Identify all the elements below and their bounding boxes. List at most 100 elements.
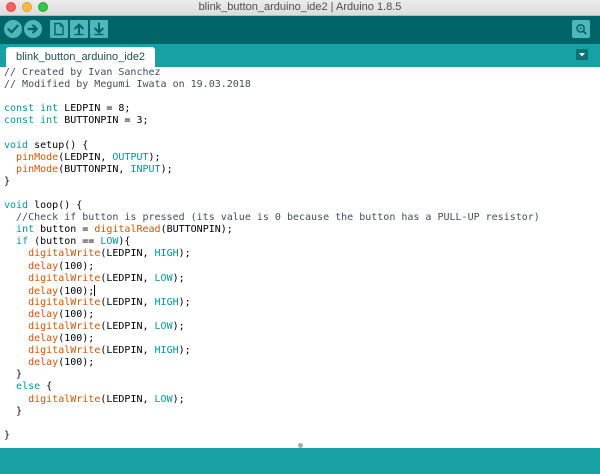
code-token: (100); (58, 308, 95, 320)
code-token: } (4, 429, 11, 441)
code-token: { (40, 381, 53, 393)
code-token: (LEDPIN, (58, 151, 113, 163)
code-line[interactable]: } (4, 369, 540, 381)
tab-menu-button[interactable] (576, 49, 588, 60)
code-token: int (16, 224, 35, 236)
code-line[interactable]: const int LEDPIN = 8; (4, 103, 540, 115)
checkmark-icon (7, 24, 19, 34)
code-line[interactable]: digitalWrite(LEDPIN, LOW); (4, 321, 540, 333)
code-token: const (4, 115, 35, 127)
code-token: HIGH (154, 345, 179, 357)
code-token: digitalWrite (28, 296, 101, 308)
code-token: digitalRead (94, 224, 161, 236)
code-token: (button == (28, 236, 101, 248)
code-line[interactable]: digitalWrite(LEDPIN, LOW); (4, 394, 540, 406)
code-token: LOW (100, 236, 119, 248)
code-line[interactable]: digitalWrite(LEDPIN, HIGH); (4, 297, 540, 309)
code-token: //Check if button is pressed (its value … (4, 212, 540, 224)
code-token: if (16, 236, 29, 248)
arrow-right-icon (27, 24, 38, 34)
code-token: digitalWrite (28, 345, 101, 357)
code-token: (100); (58, 285, 95, 297)
code-line[interactable]: delay(100); (4, 309, 540, 321)
code-token: pinMode (16, 163, 59, 175)
code-line[interactable]: // Modified by Megumi Iwata on 19.03.201… (4, 79, 540, 91)
code-token: (LEDPIN, (100, 393, 155, 405)
code-token: digitalWrite (28, 248, 101, 260)
code-line[interactable]: void setup() { (4, 140, 540, 152)
code-line[interactable]: } (4, 406, 540, 418)
code-line[interactable] (4, 188, 540, 200)
code-token: INPUT (130, 163, 161, 175)
code-line[interactable]: digitalWrite(LEDPIN, HIGH); (4, 345, 540, 357)
verify-button[interactable] (4, 20, 22, 38)
code-line[interactable]: else { (4, 381, 540, 393)
code-token: LOW (154, 272, 173, 284)
code-line[interactable]: // Created by Ivan Sanchez (4, 67, 540, 79)
save-sketch-button[interactable] (90, 20, 108, 38)
code-line[interactable]: pinMode(BUTTONPIN, INPUT); (4, 164, 540, 176)
code-token: } (4, 175, 11, 187)
code-line[interactable] (4, 418, 540, 430)
code-line[interactable]: delay(100); (4, 261, 540, 273)
code-token: const (4, 103, 35, 115)
code-line[interactable]: delay(100); (4, 284, 540, 297)
code-token: ); (172, 320, 185, 332)
code-token: LOW (154, 320, 173, 332)
code-token: (LEDPIN, (100, 248, 155, 260)
code-token: (BUTTONPIN); (160, 224, 233, 236)
code-line[interactable]: } (4, 430, 540, 442)
code-editor[interactable]: // Created by Ivan Sanchez// Modified by… (0, 67, 600, 448)
code-line[interactable]: const int BUTTONPIN = 3; (4, 115, 540, 127)
code-line[interactable]: void loop() { (4, 200, 540, 212)
code-token: digitalWrite (28, 320, 101, 332)
code-line[interactable]: } (4, 176, 540, 188)
open-sketch-button[interactable] (70, 20, 88, 38)
serial-monitor-button[interactable] (572, 20, 590, 38)
code-token: void (4, 139, 29, 151)
code-token: ); (178, 248, 191, 260)
code-token: OUTPUT (112, 151, 149, 163)
code-token: ); (172, 393, 185, 405)
magnifier-icon (576, 23, 587, 35)
code-text[interactable]: // Created by Ivan Sanchez// Modified by… (4, 67, 540, 442)
code-token: // Created by Ivan Sanchez (4, 67, 161, 78)
tab-bar: blink_button_arduino_ide2 (0, 44, 600, 67)
code-line[interactable]: delay(100); (4, 357, 540, 369)
code-line[interactable]: //Check if button is pressed (its value … (4, 212, 540, 224)
code-token: (LEDPIN, (100, 320, 155, 332)
code-token: else (16, 381, 41, 393)
code-line[interactable]: digitalWrite(LEDPIN, LOW); (4, 273, 540, 285)
code-token: BUTTONPIN = 3; (58, 115, 149, 127)
toolbar (0, 16, 600, 44)
code-token: (LEDPIN, (100, 345, 155, 357)
code-token: // Modified by Megumi Iwata on 19.03.201… (4, 79, 251, 91)
tab-sketch[interactable]: blink_button_arduino_ide2 (6, 47, 156, 67)
code-line[interactable]: if (button == LOW){ (4, 236, 540, 248)
code-line[interactable]: int button = digitalRead(BUTTONPIN); (4, 224, 540, 236)
code-line[interactable]: pinMode(LEDPIN, OUTPUT); (4, 152, 540, 164)
new-sketch-button[interactable] (50, 20, 68, 38)
upload-button[interactable] (24, 20, 42, 38)
code-token: LOW (154, 393, 173, 405)
code-line[interactable] (4, 91, 540, 103)
code-token: (100); (58, 333, 95, 345)
code-token: delay (28, 333, 59, 345)
code-line[interactable] (4, 127, 540, 139)
arrow-up-icon (74, 23, 84, 36)
code-token: button = (34, 224, 95, 236)
code-token: pinMode (16, 151, 59, 163)
code-token: ); (160, 163, 173, 175)
code-token: delay (28, 285, 59, 297)
code-line[interactable]: delay(100); (4, 333, 540, 345)
code-token: ); (148, 151, 161, 163)
code-line[interactable]: digitalWrite(LEDPIN, HIGH); (4, 248, 540, 260)
